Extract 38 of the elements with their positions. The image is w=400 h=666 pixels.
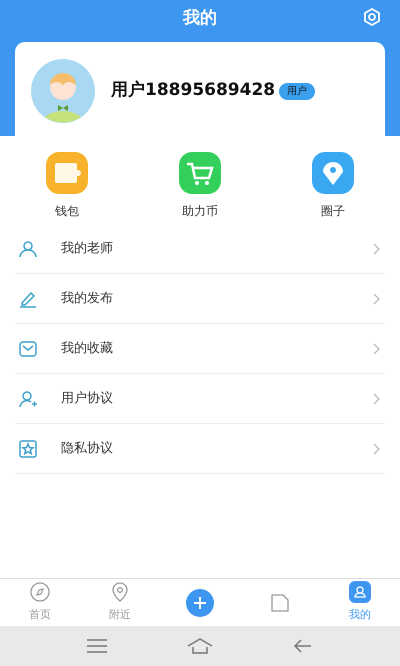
pin-icon[interactable]: [312, 152, 354, 194]
compass-icon: [29, 581, 51, 604]
menu-label: 用户协议: [61, 390, 114, 408]
menu-icon[interactable]: [87, 639, 108, 653]
shortcut-label[interactable]: 助力币: [182, 202, 218, 220]
chevron-icon: [373, 242, 381, 254]
user-icon: [349, 581, 371, 604]
star-icon: [19, 440, 37, 458]
menu-label: 我的老师: [61, 240, 114, 258]
add-icon: [186, 588, 214, 616]
avatar-icon: [31, 59, 95, 123]
pen-icon: [19, 290, 37, 308]
menu-label: 隐私协议: [61, 440, 114, 458]
menu-item[interactable]: 我的发布: [15, 274, 385, 324]
page-title: 我的: [183, 7, 217, 30]
menu-item[interactable]: 隐私协议: [15, 424, 385, 474]
back-icon[interactable]: [292, 638, 313, 654]
menu-label: 我的收藏: [61, 340, 114, 358]
folder-icon: [269, 592, 291, 614]
menu-item[interactable]: 我的收藏: [15, 324, 385, 374]
chevron-icon: [373, 392, 381, 404]
home-icon[interactable]: [186, 638, 214, 654]
person-icon: [19, 240, 37, 258]
user-name: 用户18895689428: [111, 79, 276, 102]
menu-item[interactable]: 用户协议: [15, 374, 385, 424]
inbox-icon: [19, 340, 37, 358]
settings-icon[interactable]: [362, 7, 382, 27]
menu-item[interactable]: 我的老师: [15, 224, 385, 274]
shortcut-label[interactable]: 圈子: [321, 202, 345, 220]
menu-label: 我的发布: [61, 290, 114, 308]
add-person-icon: [19, 390, 37, 408]
chevron-icon: [373, 442, 381, 454]
role-tag: 用户: [279, 82, 316, 100]
chevron-icon: [373, 342, 381, 354]
cart-icon[interactable]: [179, 152, 221, 194]
shortcut-label[interactable]: 钱包: [55, 202, 79, 220]
wallet-icon[interactable]: [46, 152, 88, 194]
chevron-icon: [373, 292, 381, 304]
